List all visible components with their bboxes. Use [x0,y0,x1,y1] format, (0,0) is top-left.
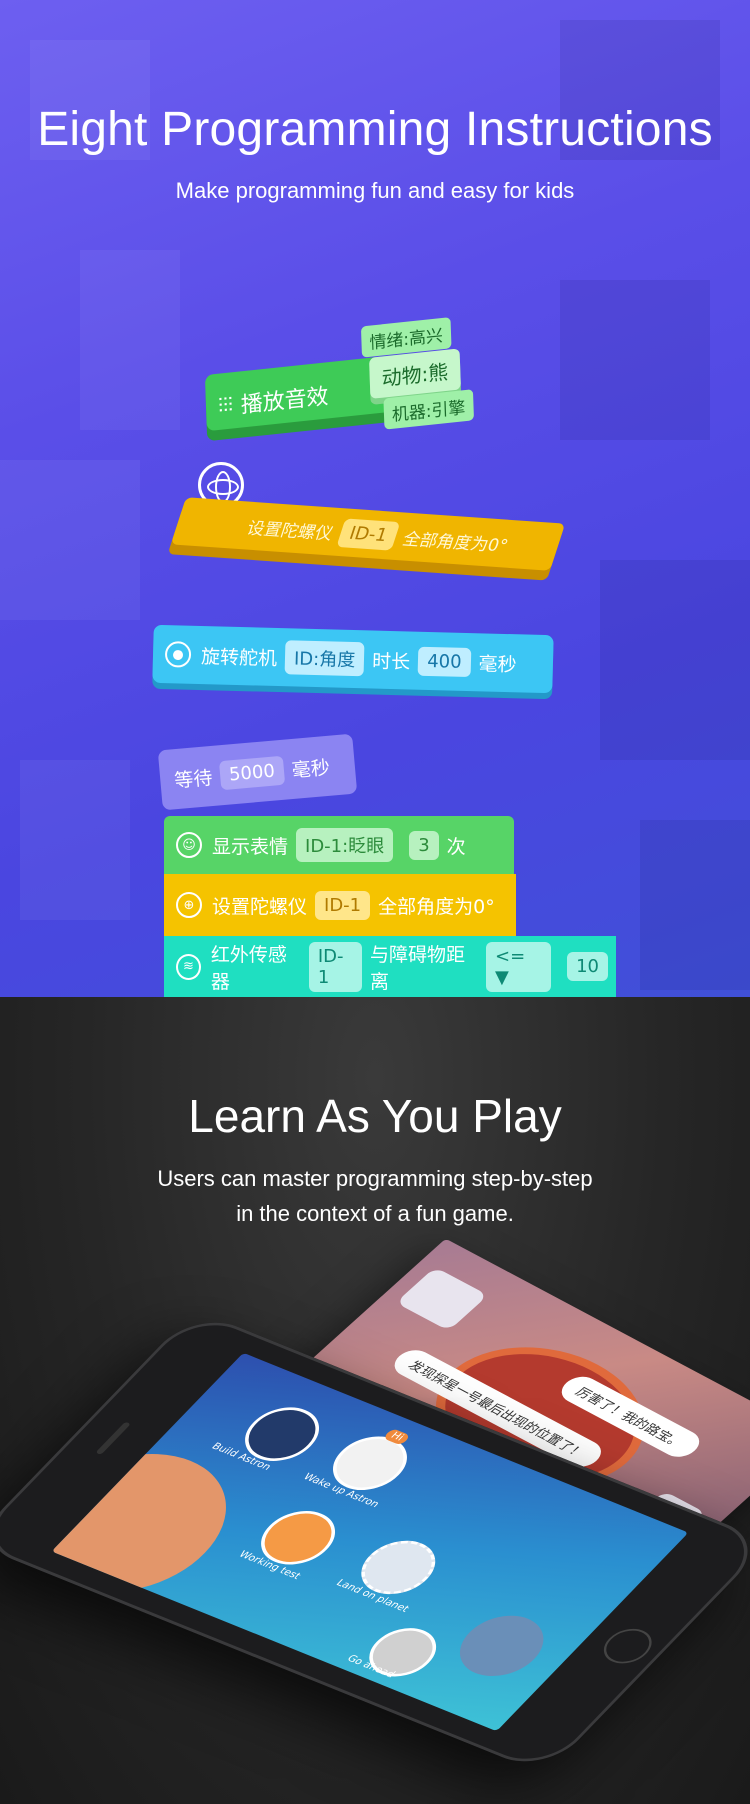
gyro-tail: 全部角度为0° [378,895,495,918]
programming-section: Eight Programming Instructions Make prog… [0,0,750,997]
infrared-block[interactable]: ≋ 红外传感器 ID-1 与障碍物距离 <= ▼ 10 [164,936,616,997]
bg-cube [0,460,140,620]
learn-subtitle-line1: Users can master programming step-by-ste… [157,1166,593,1191]
wait-label: 等待 [173,766,214,792]
page-subtitle: Make programming fun and easy for kids [175,178,575,203]
gyro-label: 设置陀螺仪 [212,895,308,918]
infrared-label: 红外传感器 [210,943,287,993]
bg-cube [20,760,130,920]
bg-cube [560,280,710,440]
servo-icon: ● [164,641,192,668]
gyro-tilted-tail: 全部角度为0° [400,529,511,557]
smiley-icon: ☺ [176,832,202,858]
infrared-icon: ≋ [176,953,201,980]
servo-label: 旋转舵机 [200,645,278,670]
gyro-tilted-id-slot[interactable]: ID-1 [336,517,401,551]
page-title: Eight Programming Instructions [37,103,713,156]
bg-cube [80,250,180,430]
servo-block[interactable]: ● 旋转舵机 ID:角度 时长 400 毫秒 [152,624,554,694]
speaker-slot [95,1421,131,1455]
home-button[interactable] [594,1623,662,1670]
expression-id-slot[interactable]: ID-1:眨眼 [296,828,394,862]
robot-character [395,1267,489,1331]
expression-block[interactable]: ☺ 显示表情 ID-1:眨眼 3 次 [164,816,514,874]
infrared-operator-select[interactable]: <= ▼ [485,941,552,992]
wait-unit: 毫秒 [290,756,331,782]
servo-unit: 毫秒 [478,652,517,676]
level-go-ahead[interactable] [355,1620,450,1685]
servo-duration-label: 时长 [371,650,411,673]
infrared-distance-label: 与障碍物距离 [370,943,466,993]
gyro-id-slot[interactable]: ID-1 [315,890,371,920]
expression-count-slot[interactable]: 3 [409,830,439,860]
wait-duration-slot[interactable]: 5000 [218,755,285,790]
gyroscope-small-icon: ⊕ [176,892,202,918]
bg-cube [640,820,750,990]
gyro-block-tilted[interactable]: 设置陀螺仪 ID-1 全部角度为0° [170,497,566,571]
sound-block[interactable]: ⫶⫶⫶ 播放音效 情绪:高兴 动物:熊 机器:引擎 [204,317,496,435]
planet-icon [443,1605,561,1687]
learn-subtitle: Users can master programming step-by-ste… [0,1161,750,1231]
equalizer-icon: ⫶⫶⫶ [217,392,234,418]
servo-duration-slot[interactable]: 400 [417,646,471,677]
wait-block[interactable]: 等待 5000 毫秒 [157,733,358,811]
servo-angle-slot[interactable]: ID:角度 [284,640,365,677]
expression-unit: 次 [446,835,466,858]
bg-cube [600,560,750,760]
learn-subtitle-line2: in the context of a fun game. [236,1201,514,1226]
learn-title: Learn As You Play [188,1090,562,1142]
gyro-block[interactable]: ⊕ 设置陀螺仪 ID-1 全部角度为0° [164,874,516,936]
infrared-value-slot[interactable]: 10 [567,952,608,981]
expression-label: 显示表情 [212,835,289,858]
infrared-id-slot[interactable]: ID-1 [308,941,362,992]
gyro-tilted-label: 设置陀螺仪 [244,518,336,544]
learn-section: Learn As You Play Users can master progr… [0,997,750,1804]
